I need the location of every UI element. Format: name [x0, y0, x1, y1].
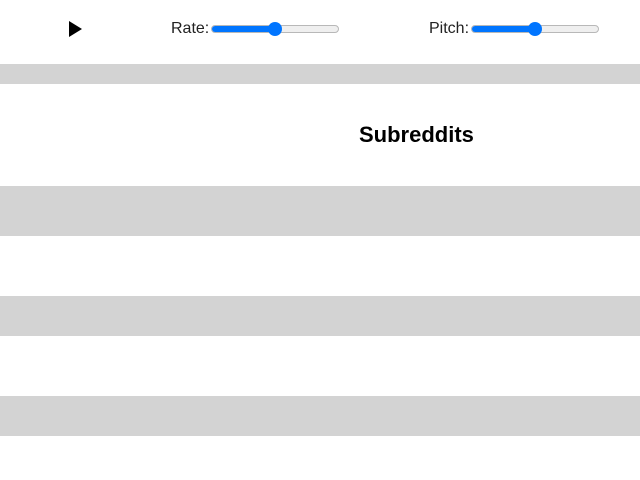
divider-band: [0, 64, 640, 84]
pitch-slider[interactable]: [471, 21, 599, 37]
pitch-slider-thumb[interactable]: [528, 22, 542, 36]
rate-slider-fill: [212, 26, 275, 32]
rate-slider[interactable]: [211, 21, 339, 37]
list-row-band: [0, 296, 640, 336]
speech-toolbar: Rate: Pitch:: [0, 0, 640, 64]
list-row-band: [0, 396, 640, 436]
play-icon: [69, 21, 82, 37]
play-button[interactable]: [66, 18, 90, 40]
pitch-label: Pitch:: [429, 20, 470, 37]
rate-slider-thumb[interactable]: [268, 22, 282, 36]
page-title: Subreddits: [359, 122, 474, 147]
list-row-band: [0, 186, 640, 236]
rate-label: Rate:: [171, 20, 210, 37]
pitch-slider-fill: [472, 26, 535, 32]
reader-page: Rate: Pitch: Subreddits: [0, 0, 640, 480]
